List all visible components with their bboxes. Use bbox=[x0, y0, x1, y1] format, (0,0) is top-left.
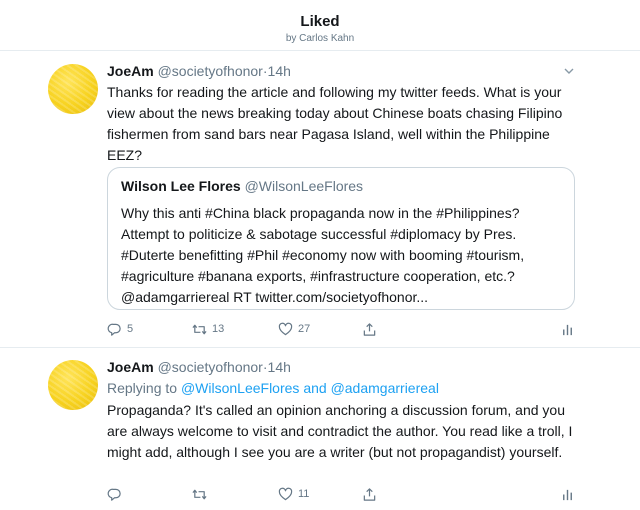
like-count: 11 bbox=[298, 488, 310, 500]
reply-count: 5 bbox=[127, 323, 134, 335]
tweet-text: Propaganda? It's called an opinion ancho… bbox=[107, 402, 573, 460]
like-count: 27 bbox=[298, 323, 311, 335]
page-title: Liked bbox=[300, 13, 340, 30]
retweet-button[interactable]: 13 bbox=[192, 320, 224, 338]
author-name[interactable]: JoeAm bbox=[107, 359, 154, 375]
tweet-timestamp[interactable]: 14h bbox=[268, 63, 291, 79]
like-button[interactable]: 11 bbox=[278, 485, 309, 503]
author-handle[interactable]: @societyofhonor bbox=[158, 359, 263, 375]
quoted-author-handle: @WilsonLeeFlores bbox=[244, 178, 364, 194]
replying-to-user-link[interactable]: @WilsonLeeFlores bbox=[181, 380, 299, 396]
author-handle[interactable]: @societyofhonor bbox=[158, 63, 263, 79]
tweet[interactable]: JoeAm @societyofhonor·14h Replying to @W… bbox=[0, 349, 640, 510]
quoted-tweet[interactable]: Wilson Lee Flores @WilsonLeeFlores Why t… bbox=[107, 167, 575, 310]
page-header: Liked by Carlos Kahn bbox=[0, 0, 640, 51]
tweet[interactable]: JoeAm @societyofhonor·14h Thanks for rea… bbox=[0, 52, 640, 348]
reply-button[interactable]: 5 bbox=[107, 320, 133, 338]
reply-button[interactable] bbox=[107, 485, 127, 503]
tweet-actions: 11 bbox=[107, 485, 577, 503]
reply-icon bbox=[107, 323, 121, 336]
analytics-button[interactable] bbox=[560, 320, 575, 338]
retweet-button[interactable] bbox=[192, 485, 212, 503]
tweet-header: JoeAm @societyofhonor·14h bbox=[107, 359, 291, 375]
analytics-icon bbox=[563, 489, 572, 500]
avatar[interactable] bbox=[48, 64, 98, 114]
share-icon bbox=[363, 322, 376, 336]
tweet-timestamp[interactable]: 14h bbox=[268, 359, 291, 375]
quoted-author-name: Wilson Lee Flores bbox=[121, 178, 241, 194]
author-name[interactable]: JoeAm bbox=[107, 63, 154, 79]
avatar[interactable] bbox=[48, 360, 98, 410]
page-subtitle: by Carlos Kahn bbox=[285, 33, 355, 44]
quoted-tweet-text: Why this anti #China black propaganda no… bbox=[121, 205, 525, 305]
reply-icon bbox=[107, 488, 121, 501]
retweet-icon bbox=[192, 489, 207, 499]
tweet-text: Thanks for reading the article and follo… bbox=[107, 84, 563, 163]
heart-icon bbox=[278, 487, 293, 500]
replying-to-user-link[interactable]: @adamgarriereal bbox=[331, 380, 439, 396]
tweet-actions: 5 13 27 bbox=[107, 320, 577, 338]
share-button[interactable] bbox=[362, 320, 377, 338]
retweet-icon bbox=[192, 324, 207, 334]
quoted-tweet-header: Wilson Lee Flores @WilsonLeeFlores bbox=[121, 178, 363, 194]
tweet-header: JoeAm @societyofhonor·14h bbox=[107, 63, 291, 79]
replying-to: Replying to @WilsonLeeFlores and @adamga… bbox=[107, 380, 439, 396]
analytics-button[interactable] bbox=[560, 485, 575, 503]
share-button[interactable] bbox=[362, 485, 377, 503]
retweet-count: 13 bbox=[212, 323, 225, 335]
like-button[interactable]: 27 bbox=[278, 320, 310, 338]
replying-to-and: and bbox=[303, 380, 327, 396]
analytics-icon bbox=[563, 324, 572, 335]
share-icon bbox=[363, 487, 376, 501]
chevron-down-icon[interactable] bbox=[563, 65, 575, 77]
replying-to-label: Replying to bbox=[107, 380, 178, 396]
heart-icon bbox=[278, 322, 293, 335]
